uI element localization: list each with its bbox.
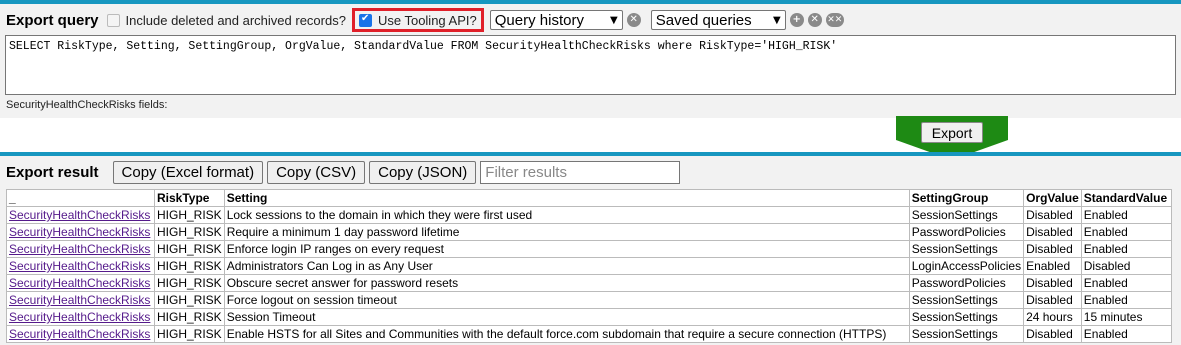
tooling-api-text: Use Tooling API?	[377, 12, 477, 28]
standard-value-cell: Enabled	[1080, 223, 1172, 241]
risk-type-cell: HIGH_RISK	[154, 257, 225, 275]
soql-query-textarea[interactable]: SELECT RiskType, Setting, SettingGroup, …	[5, 35, 1176, 95]
result-toolbar: Export result Copy (Excel format) Copy (…	[6, 161, 681, 184]
copy-json-button[interactable]: Copy (JSON)	[369, 161, 477, 184]
org-value-cell: 24 hours	[1023, 308, 1082, 326]
record-link[interactable]: SecurityHealthCheckRisks	[9, 293, 150, 307]
column-header[interactable]: RiskType	[154, 189, 225, 207]
table-row: SecurityHealthCheckRisks HIGH_RISK Enabl…	[6, 325, 1172, 343]
results-table: _ RiskType Setting SettingGroup OrgValue…	[6, 189, 1172, 343]
setting-cell: Lock sessions to the domain in which the…	[223, 206, 910, 224]
setting-group-cell: PasswordPolicies	[908, 223, 1025, 241]
setting-group-cell: SessionSettings	[908, 291, 1025, 309]
org-value-cell: Disabled	[1023, 274, 1082, 292]
saved-queries-value: Saved queries	[655, 11, 752, 29]
column-header[interactable]: OrgValue	[1023, 189, 1082, 207]
query-toolbar: Export query Include deleted and archive…	[6, 8, 844, 32]
setting-cell: Obscure secret answer for password reset…	[223, 274, 910, 292]
clear-all-queries-icon[interactable]: ✕✕	[825, 13, 844, 27]
copy-csv-button[interactable]: Copy (CSV)	[267, 161, 366, 184]
table-row: SecurityHealthCheckRisks HIGH_RISK Force…	[6, 291, 1172, 309]
column-header[interactable]: StandardValue	[1080, 189, 1172, 207]
clear-history-icon[interactable]: ✕	[626, 13, 641, 27]
setting-cell: Enable HSTS for all Sites and Communitie…	[223, 325, 910, 343]
fields-label: SecurityHealthCheckRisks fields:	[6, 99, 168, 111]
record-link[interactable]: SecurityHealthCheckRisks	[9, 310, 150, 324]
org-value-cell: Disabled	[1023, 206, 1082, 224]
record-link[interactable]: SecurityHealthCheckRisks	[9, 225, 150, 239]
risk-type-cell: HIGH_RISK	[154, 223, 225, 241]
export-query-title: Export query	[6, 11, 99, 29]
table-row: SecurityHealthCheckRisks HIGH_RISK Obscu…	[6, 274, 1172, 292]
filter-results-input[interactable]: Filter results	[480, 161, 681, 184]
standard-value-cell: Enabled	[1080, 291, 1172, 309]
chevron-down-icon: ▼	[773, 14, 781, 26]
org-value-cell: Disabled	[1023, 223, 1082, 241]
record-link[interactable]: SecurityHealthCheckRisks	[9, 242, 150, 256]
saved-queries-select[interactable]: Saved queries ▼	[650, 10, 786, 30]
setting-cell: Enforce login IP ranges on every request	[223, 240, 910, 258]
table-row: SecurityHealthCheckRisks HIGH_RISK Sessi…	[6, 308, 1172, 326]
standard-value-cell: Enabled	[1080, 240, 1172, 258]
export-query-area: Export query Include deleted and archive…	[0, 0, 1181, 118]
risk-type-cell: HIGH_RISK	[154, 308, 225, 326]
query-history-select[interactable]: Query history ▼	[489, 10, 623, 30]
org-value-cell: Disabled	[1023, 240, 1082, 258]
copy-excel-button[interactable]: Copy (Excel format)	[112, 161, 264, 184]
org-value-cell: Disabled	[1023, 325, 1082, 343]
setting-group-cell: PasswordPolicies	[908, 274, 1025, 292]
column-header[interactable]: _	[6, 189, 155, 207]
setting-group-cell: SessionSettings	[908, 206, 1025, 224]
standard-value-cell: 15 minutes	[1080, 308, 1172, 326]
record-link[interactable]: SecurityHealthCheckRisks	[9, 259, 150, 273]
risk-type-cell: HIGH_RISK	[154, 325, 225, 343]
setting-group-cell: SessionSettings	[908, 240, 1025, 258]
table-row: SecurityHealthCheckRisks HIGH_RISK Admin…	[6, 257, 1172, 275]
remove-query-icon[interactable]: ✕	[807, 13, 822, 27]
org-value-cell: Disabled	[1023, 291, 1082, 309]
include-deleted-checkbox[interactable]	[106, 13, 120, 27]
setting-group-cell: SessionSettings	[908, 308, 1025, 326]
export-result-title: Export result	[6, 164, 99, 181]
tooling-api-checkbox-label[interactable]: Use Tooling API?	[358, 12, 477, 28]
table-header-row: _ RiskType Setting SettingGroup OrgValue…	[6, 189, 1172, 207]
export-button[interactable]: Export	[921, 122, 983, 143]
chevron-down-icon: ▼	[610, 14, 618, 26]
setting-cell: Administrators Can Log in as Any User	[223, 257, 910, 275]
setting-cell: Require a minimum 1 day password lifetim…	[223, 223, 910, 241]
setting-group-cell: SessionSettings	[908, 325, 1025, 343]
table-row: SecurityHealthCheckRisks HIGH_RISK Enfor…	[6, 240, 1172, 258]
record-link[interactable]: SecurityHealthCheckRisks	[9, 208, 150, 222]
query-history-value: Query history	[494, 11, 584, 29]
column-header[interactable]: SettingGroup	[908, 189, 1025, 207]
include-deleted-checkbox-label[interactable]: Include deleted and archived records?	[106, 12, 346, 28]
risk-type-cell: HIGH_RISK	[154, 274, 225, 292]
record-link[interactable]: SecurityHealthCheckRisks	[9, 327, 150, 341]
standard-value-cell: Enabled	[1080, 325, 1172, 343]
table-row: SecurityHealthCheckRisks HIGH_RISK Requi…	[6, 223, 1172, 241]
standard-value-cell: Enabled	[1080, 206, 1172, 224]
export-result-area: Export result Copy (Excel format) Copy (…	[0, 152, 1181, 345]
risk-type-cell: HIGH_RISK	[154, 291, 225, 309]
setting-group-cell: LoginAccessPolicies	[908, 257, 1025, 275]
include-deleted-text: Include deleted and archived records?	[125, 12, 346, 28]
org-value-cell: Enabled	[1023, 257, 1082, 275]
setting-cell: Force logout on session timeout	[223, 291, 910, 309]
risk-type-cell: HIGH_RISK	[154, 240, 225, 258]
setting-cell: Session Timeout	[223, 308, 910, 326]
risk-type-cell: HIGH_RISK	[154, 206, 225, 224]
standard-value-cell: Enabled	[1080, 274, 1172, 292]
tooling-api-checkbox[interactable]	[358, 13, 372, 27]
table-row: SecurityHealthCheckRisks HIGH_RISK Lock …	[6, 206, 1172, 224]
record-link[interactable]: SecurityHealthCheckRisks	[9, 276, 150, 290]
standard-value-cell: Disabled	[1080, 257, 1172, 275]
tooling-api-highlight: Use Tooling API?	[351, 8, 484, 32]
add-query-icon[interactable]: +	[789, 13, 804, 27]
column-header[interactable]: Setting	[223, 189, 910, 207]
